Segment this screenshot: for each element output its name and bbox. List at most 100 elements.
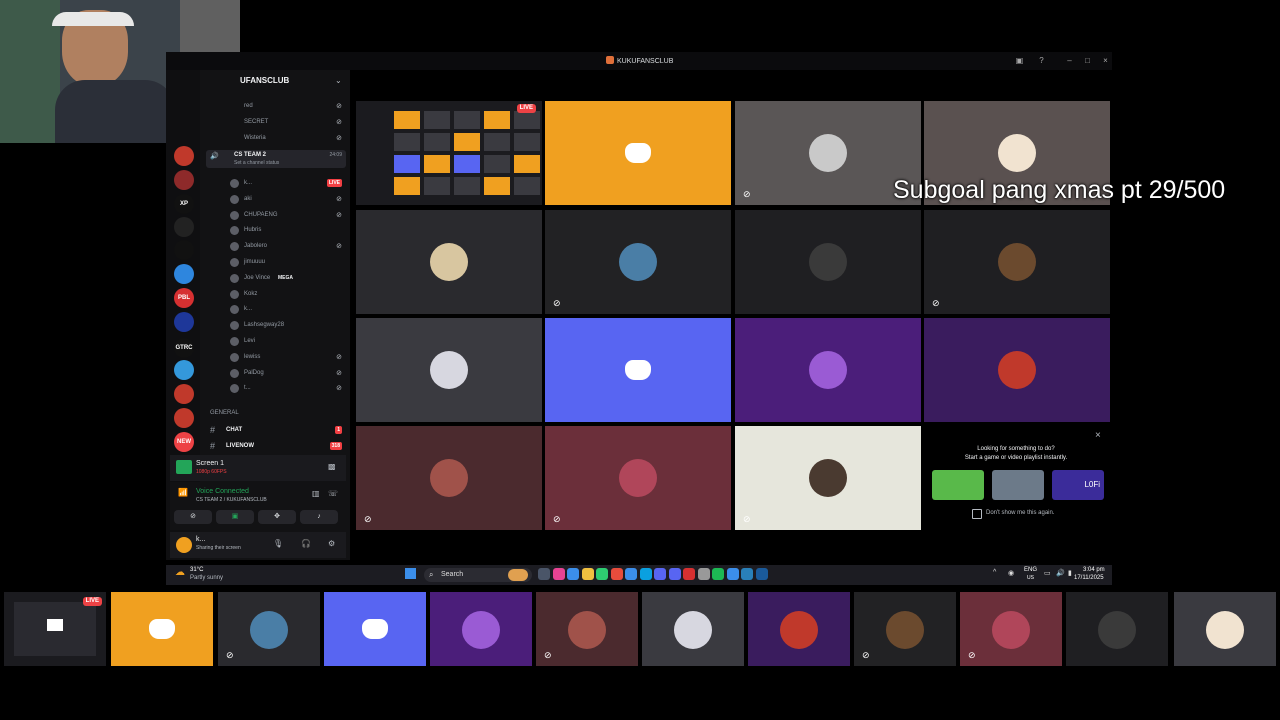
server-icon[interactable] [174, 240, 194, 260]
battery-icon[interactable]: ▮ [1068, 569, 1072, 577]
language[interactable]: ENG [1024, 567, 1037, 573]
strip-tile[interactable] [642, 592, 744, 666]
video-tile[interactable]: ⊘ [924, 210, 1110, 314]
screen-share-panel[interactable]: Screen 1 1080p 60FPS ▩ [170, 455, 346, 481]
member-row[interactable]: Joe Vince MEGA [206, 272, 346, 286]
chevron-down-icon[interactable]: ⌄ [335, 76, 342, 85]
mail-icon[interactable] [625, 568, 637, 580]
member-row[interactable]: k... [206, 303, 346, 317]
files-icon[interactable] [581, 568, 594, 580]
video-tile[interactable] [545, 318, 731, 422]
member-row[interactable]: PalDog ⊘ [206, 367, 346, 381]
volume-icon[interactable]: 🔊 [1056, 569, 1065, 577]
member-row[interactable]: k... LIVE [206, 177, 346, 191]
chrome-icon[interactable] [610, 568, 623, 580]
server-icon[interactable] [174, 312, 194, 332]
video-tile[interactable] [735, 318, 921, 422]
video-tile[interactable] [356, 318, 542, 422]
dont-show-checkbox[interactable] [972, 509, 982, 519]
strip-tile[interactable] [111, 592, 213, 666]
video-tile[interactable] [735, 210, 921, 314]
weather-icon[interactable]: ☁ [175, 567, 185, 578]
video-tile[interactable] [924, 318, 1110, 422]
activity-card[interactable] [992, 470, 1044, 500]
server-icon[interactable]: XP [174, 194, 194, 214]
teams-icon[interactable] [654, 568, 666, 580]
server-name[interactable]: UFANSCLUB [240, 76, 289, 85]
video-tile[interactable]: LIVE [356, 101, 542, 205]
camera-button[interactable]: ⊘ [174, 510, 212, 524]
activity-card[interactable]: L0Fi [1052, 470, 1104, 500]
strip-tile[interactable] [748, 592, 850, 666]
member-row[interactable]: Kokz [206, 288, 346, 302]
start-icon[interactable] [405, 568, 416, 579]
help-icon[interactable]: ? [1036, 55, 1047, 66]
server-icon[interactable]: NEW [174, 432, 194, 452]
clock-date[interactable]: 17/11/2025 [1074, 575, 1104, 581]
server-icon[interactable] [174, 170, 194, 190]
strip-tile[interactable]: ⊘ [536, 592, 638, 666]
headphones-icon[interactable]: 🎧 [301, 539, 311, 548]
voice-channel[interactable]: SECRET ⊘ [206, 116, 346, 130]
region[interactable]: US [1027, 575, 1034, 581]
member-row[interactable]: Lashsegway28 [206, 319, 346, 333]
avatar[interactable] [176, 537, 192, 553]
inbox-icon[interactable]: ▣ [1014, 55, 1025, 66]
strip-tile[interactable] [430, 592, 532, 666]
member-row[interactable]: Jabolero ⊘ [206, 240, 346, 254]
minimize-icon[interactable]: – [1064, 55, 1075, 66]
strip-tile[interactable] [324, 592, 426, 666]
text-channel[interactable]: # LIVENOW 318 [206, 440, 346, 454]
member-row[interactable]: Hubris [206, 224, 346, 238]
member-row[interactable]: Levi [206, 335, 346, 349]
server-icon[interactable] [174, 384, 194, 404]
strip-tile[interactable]: ⊘ [218, 592, 320, 666]
network-icon[interactable]: ▭ [1044, 569, 1051, 577]
maximize-icon[interactable]: □ [1082, 55, 1093, 66]
stop-stream-icon[interactable]: ▩ [328, 462, 336, 471]
text-channel[interactable]: # CHAT 1 [206, 424, 346, 438]
member-row[interactable]: t... ⊘ [206, 382, 346, 396]
app-icon[interactable] [683, 568, 695, 580]
server-icon[interactable] [174, 217, 194, 237]
voice-channel-active[interactable]: 🔊 CS TEAM 2 Set a channel status 24:09 [206, 150, 346, 168]
member-row[interactable]: aki ⊘ [206, 193, 346, 207]
close-icon[interactable]: × [1100, 55, 1111, 66]
close-icon[interactable]: × [1095, 430, 1101, 441]
server-icon[interactable] [174, 408, 194, 428]
server-icon[interactable]: GTRC [174, 338, 194, 358]
app-icon[interactable] [639, 568, 652, 580]
tray-app-icon[interactable]: ◉ [1008, 569, 1014, 577]
strip-tile[interactable] [1174, 592, 1276, 666]
video-tile[interactable]: ⊘ [545, 210, 731, 314]
chrome-icon[interactable] [697, 568, 710, 580]
task-view-icon[interactable] [538, 568, 550, 580]
voice-location[interactable]: CS TEAM 2 / KUKUFANSCLUB [196, 497, 267, 503]
browser-icon[interactable] [741, 568, 753, 580]
member-row[interactable]: CHUPAENG ⊘ [206, 209, 346, 223]
taskbar-search-input[interactable]: ⌕ Search [424, 568, 532, 582]
clock-time[interactable]: 3:04 pm [1083, 567, 1105, 573]
video-tile[interactable]: ⊘ [356, 426, 542, 530]
disconnect-icon[interactable]: ☏ [328, 489, 338, 498]
video-tile[interactable]: ⊘ [735, 426, 921, 530]
category-header[interactable]: GENERAL [210, 410, 239, 416]
server-icon[interactable]: PBL [174, 288, 194, 308]
spotify-icon[interactable] [712, 568, 724, 580]
mic-icon[interactable]: 🎙 [273, 539, 283, 548]
edge-icon[interactable] [567, 568, 579, 580]
screen-share-button[interactable]: ▣ [216, 510, 254, 524]
server-icon[interactable] [174, 264, 194, 284]
member-row[interactable]: lewiss ⊘ [206, 351, 346, 365]
member-row[interactable]: jimuuuu [206, 256, 346, 270]
store-icon[interactable] [596, 568, 608, 580]
activities-button[interactable]: ✥ [258, 510, 296, 524]
strip-tile[interactable]: ⊘ [854, 592, 956, 666]
copilot-icon[interactable] [552, 568, 565, 580]
video-tile[interactable] [545, 101, 731, 205]
discord-icon[interactable] [668, 568, 681, 580]
steam-icon[interactable] [755, 568, 768, 580]
activity-card[interactable] [932, 470, 984, 500]
strip-tile[interactable] [1066, 592, 1168, 666]
settings-gear-icon[interactable]: ⚙ [328, 539, 335, 548]
